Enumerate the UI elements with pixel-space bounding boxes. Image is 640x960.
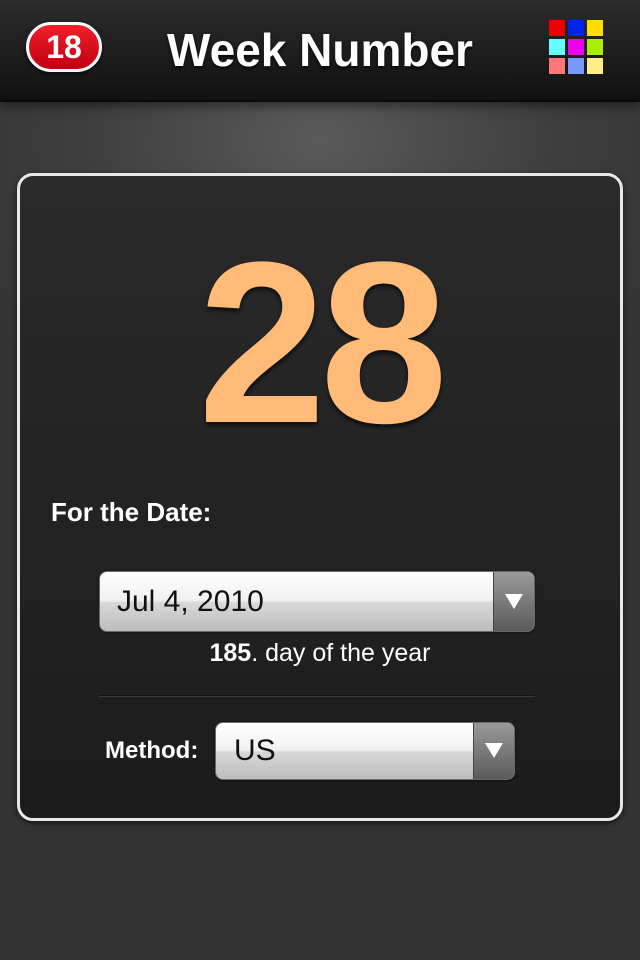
color-grid-cell xyxy=(568,39,584,55)
color-grid-icon[interactable] xyxy=(549,20,607,78)
color-grid-cell xyxy=(587,58,603,74)
method-value: US xyxy=(234,734,276,767)
color-grid-cell xyxy=(587,39,603,55)
color-grid-cell xyxy=(568,20,584,36)
navigation-bar: 18 Week Number xyxy=(0,0,640,102)
dropdown-arrow-icon[interactable] xyxy=(473,723,514,779)
dropdown-arrow-icon[interactable] xyxy=(493,572,534,631)
for-date-label: For the Date: xyxy=(51,497,212,527)
week-number: 28 xyxy=(198,214,448,471)
week-panel: 28 For the Date: Jul 4, 2010 185. day of… xyxy=(17,173,623,821)
day-of-year-text: 185. day of the year xyxy=(20,636,620,670)
method-label: Method: xyxy=(105,737,199,764)
week-badge[interactable]: 18 xyxy=(26,22,102,72)
color-grid-cell xyxy=(549,20,565,36)
divider xyxy=(99,695,535,697)
color-grid-cell xyxy=(549,58,565,74)
color-grid-cell xyxy=(587,20,603,36)
date-picker[interactable]: Jul 4, 2010 xyxy=(99,571,535,632)
date-value: Jul 4, 2010 xyxy=(117,585,264,618)
day-of-year-number: 185 xyxy=(209,639,252,667)
day-of-year-suffix: . day of the year xyxy=(251,639,431,667)
color-grid-cell xyxy=(549,39,565,55)
method-picker[interactable]: US xyxy=(215,722,515,780)
color-grid-cell xyxy=(568,58,584,74)
